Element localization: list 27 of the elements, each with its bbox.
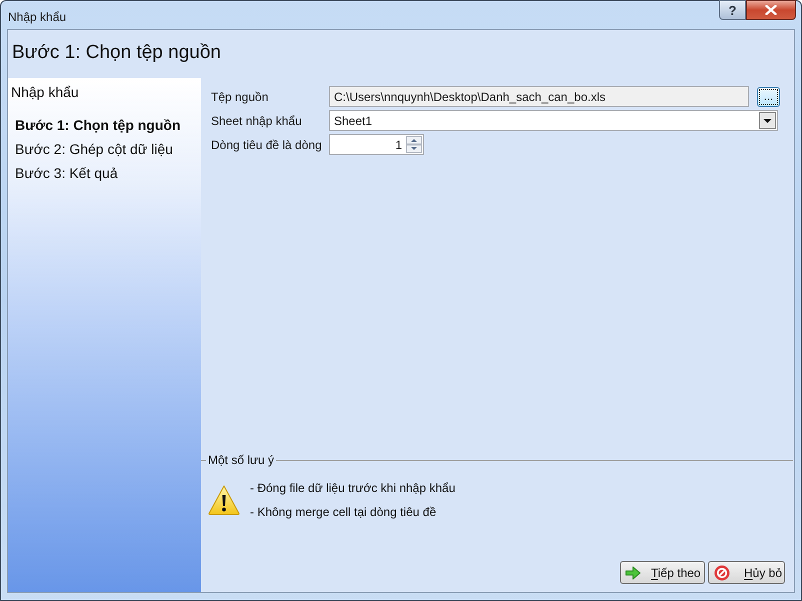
field-label: Dòng tiêu đề là dòng (211, 136, 323, 154)
step-heading: Bước 1: Chọn tệp nguồn (12, 40, 221, 65)
close-icon (765, 5, 777, 15)
window-title: Nhập khẩu (8, 9, 66, 26)
browse-button[interactable]: ... (757, 86, 780, 106)
notes-group-title: Một số lưu ý (207, 452, 276, 469)
spin-arrows-icon[interactable] (406, 136, 422, 153)
field-label: Tệp nguồn (211, 88, 270, 106)
field-label: Sheet nhập khẩu (211, 112, 303, 130)
sidebar-title: Nhập khẩu (11, 83, 80, 102)
close-button[interactable] (746, 0, 796, 20)
note-text: - Đóng file dữ liệu trước khi nhập khẩu (250, 480, 456, 496)
file-path-field[interactable]: C:\Users\nnquynh\Desktop\Danh_sach_can_bo.xls (329, 86, 749, 107)
row-number-spinner[interactable]: 1 (329, 134, 424, 155)
note-text: - Không merge cell tại dòng tiêu đề (250, 504, 438, 520)
spinner-value: 1 (394, 136, 403, 154)
dropdown-value: Sheet1 (334, 112, 374, 130)
arrow-right-icon (625, 566, 641, 580)
next-button[interactable]: Tiếp theo (620, 561, 705, 584)
sheet-dropdown[interactable]: Sheet1 (329, 110, 778, 131)
step-item[interactable]: Bước 1: Chọn tệp nguồn (15, 116, 181, 135)
prohibited-icon (714, 564, 730, 580)
cancel-button[interactable]: Hủy bỏ (708, 561, 785, 584)
help-button[interactable]: ? (719, 0, 746, 20)
warning-icon (208, 485, 240, 515)
step-item[interactable]: Bước 2: Ghép cột dữ liệu (15, 140, 173, 159)
step-item[interactable]: Bước 3: Kết quả (15, 164, 118, 183)
